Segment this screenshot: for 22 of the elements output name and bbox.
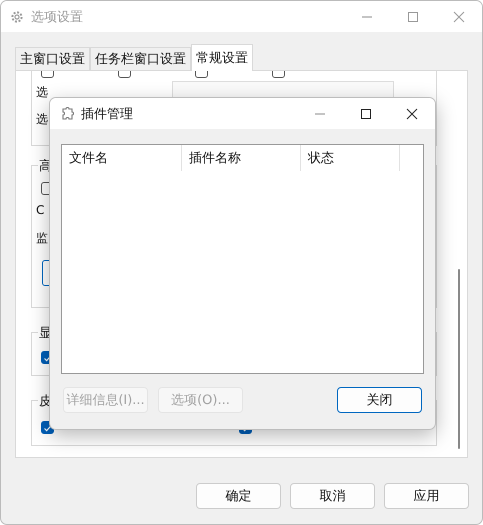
option-label: 监 [36, 230, 48, 246]
close-icon [453, 10, 465, 22]
maximize-icon [407, 10, 419, 22]
dialog-button[interactable]: 应用 [384, 483, 469, 509]
column-header[interactable]: 状态 [301, 145, 400, 171]
option-label: C [36, 203, 44, 217]
option-label: 选 [36, 111, 48, 128]
plugin-list[interactable]: 文件名 插件名称 状态 [61, 144, 424, 374]
tab[interactable]: 常规设置 [191, 44, 253, 71]
tab[interactable]: 任务栏窗口设置 [90, 47, 191, 70]
dialog-title: 插件管理 [81, 106, 133, 122]
dialog-button[interactable]: 关闭 [337, 387, 422, 413]
dialog-button[interactable]: 确定 [196, 483, 281, 509]
dialog-button[interactable]: 取消 [290, 483, 375, 509]
settings-icon [10, 10, 24, 24]
column-header[interactable]: 插件名称 [182, 145, 301, 171]
column-header[interactable]: 文件名 [62, 145, 182, 171]
option-label: 选 [36, 84, 48, 101]
maximize-icon [360, 108, 372, 120]
window-title: 选项设置 [31, 8, 83, 26]
tab[interactable]: 主窗口设置 [15, 47, 90, 70]
close-icon [406, 108, 418, 120]
